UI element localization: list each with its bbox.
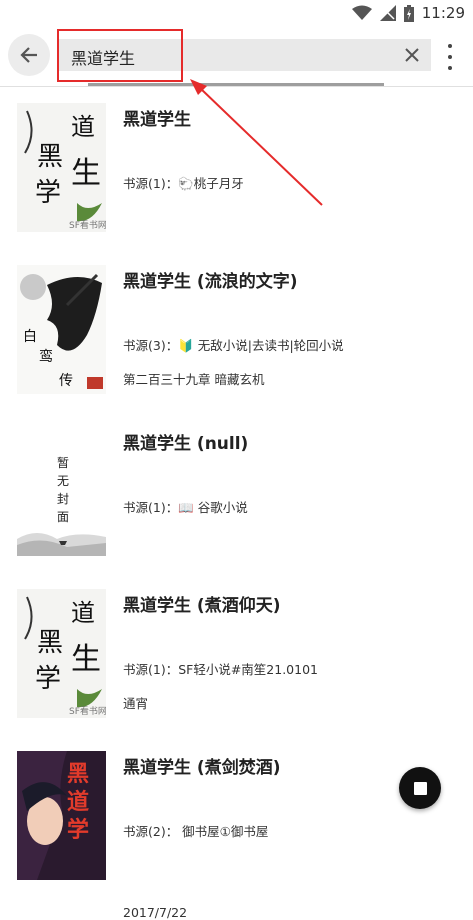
book-source: 书源(1)：🐑桃子月牙 xyxy=(123,176,244,191)
book-title: 黑道学生 (null) xyxy=(123,434,249,454)
more-options-button[interactable] xyxy=(440,42,460,72)
latest-chapter: 第二百三十九章 暗藏玄机 xyxy=(123,372,265,387)
cover-watermark: SF看书网 xyxy=(69,705,106,717)
anime-cover-art: 黑 道 学 xyxy=(17,751,106,880)
stop-icon xyxy=(413,781,427,795)
book-title: 黑道学生 xyxy=(123,110,191,130)
more-dot-icon xyxy=(448,66,452,70)
status-time: 11:29 xyxy=(421,4,465,22)
more-dot-icon xyxy=(448,44,452,48)
cover-char: 道 xyxy=(71,113,95,141)
book-cover: 白 鸾 传 xyxy=(17,265,106,394)
more-dot-icon xyxy=(448,55,452,59)
no-cover-char: 暂 xyxy=(57,456,69,470)
book-cover: 黑 道 学 生 SF看书网 xyxy=(17,589,106,718)
wifi-icon xyxy=(351,5,372,20)
list-item[interactable]: 黑 道 学 生 SF看书网 黑道学生 (煮酒仰天) 书源(1)：SF轻小说#南笙… xyxy=(0,573,473,735)
back-button[interactable] xyxy=(8,34,50,76)
battery-icon xyxy=(403,4,414,22)
cover-watermark: SF看书网 xyxy=(69,219,106,231)
annotation-highlight-box xyxy=(57,29,183,82)
cover-char: 黑 xyxy=(37,142,63,172)
book-title: 黑道学生 (煮酒仰天) xyxy=(123,596,281,616)
book-source: 书源(3)：🔰 无敌小说|去读书|轮回小说 xyxy=(123,338,344,353)
status-bar: 11:29 xyxy=(0,0,473,26)
book-cover: 暂 无 封 面 xyxy=(17,427,106,556)
no-cover-char: 面 xyxy=(57,510,69,524)
no-cover-char: 无 xyxy=(57,474,69,488)
no-cover-art: 暂 无 封 面 xyxy=(17,427,106,556)
cover-char: 黑 xyxy=(37,628,63,658)
latest-chapter: 通宵 xyxy=(123,696,149,711)
book-title: 黑道学生 (煮剑焚酒) xyxy=(123,758,281,778)
ink-cover-art: 黑 道 学 生 SF看书网 xyxy=(17,103,106,232)
cover-char: 黑 xyxy=(67,761,89,787)
book-cover: 黑 道 学 生 SF看书网 xyxy=(17,103,106,232)
cover-char: 学 xyxy=(67,817,89,843)
list-item[interactable]: 暂 无 封 面 黑道学生 (null) 书源(1)：📖 谷歌小说 xyxy=(0,411,473,573)
book-source: 书源(2)： 御书屋①御书屋 xyxy=(123,824,269,839)
cover-char: 学 xyxy=(35,664,61,694)
stop-search-button[interactable] xyxy=(399,767,441,809)
signal-icon xyxy=(379,5,396,21)
book-source: 书源(1)：📖 谷歌小说 xyxy=(123,500,248,515)
cover-char: 传 xyxy=(59,373,73,389)
book-cover: 黑 道 学 xyxy=(17,751,106,880)
list-item[interactable]: 黑 道 学 生 SF看书网 黑道学生 书源(1)：🐑桃子月牙 xyxy=(0,87,473,249)
list-item[interactable]: 白 鸾 传 黑道学生 (流浪的文字) 书源(3)：🔰 无敌小说|去读书|轮回小说… xyxy=(0,249,473,411)
ink-cover-art: 黑 道 学 生 SF看书网 xyxy=(17,589,106,718)
status-icons: 11:29 xyxy=(351,4,465,22)
cover-char: 学 xyxy=(35,178,61,208)
list-item[interactable]: 黑 道 学 黑道学生 (煮剑焚酒) 书源(2)： 御书屋①御书屋 2017/7/… xyxy=(0,735,473,920)
book-title: 黑道学生 (流浪的文字) xyxy=(123,272,298,292)
horse-cover-art: 白 鸾 传 xyxy=(17,265,106,394)
cover-char: 鸾 xyxy=(39,348,53,365)
cover-char: 白 xyxy=(23,329,37,345)
arrow-left-icon xyxy=(20,47,37,63)
cover-char: 生 xyxy=(71,156,101,191)
close-icon[interactable] xyxy=(401,44,423,66)
cover-char: 道 xyxy=(71,599,95,627)
no-cover-char: 封 xyxy=(57,492,69,506)
cover-char: 生 xyxy=(71,642,101,677)
cover-char: 道 xyxy=(67,789,89,815)
book-source: 书源(1)：SF轻小说#南笙21.0101 xyxy=(123,662,318,677)
latest-chapter: 2017/7/22 xyxy=(123,905,188,920)
